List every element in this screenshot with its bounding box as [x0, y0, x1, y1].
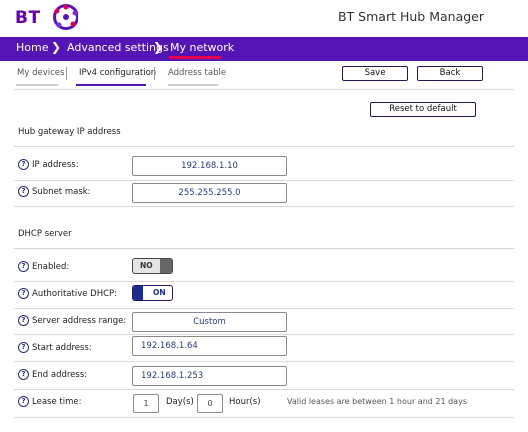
divider [14, 206, 514, 207]
back-button[interactable]: Back [417, 66, 483, 81]
help-icon[interactable]: ? [18, 315, 29, 326]
help-icon[interactable]: ? [18, 342, 29, 353]
ip-address-field[interactable]: 192.168.1.10 [132, 156, 287, 176]
tab-address-table[interactable]: Address table [168, 68, 226, 78]
nav-home[interactable]: Home [16, 41, 48, 54]
section-title-gateway: Hub gateway IP address [18, 127, 121, 137]
lease-hours-unit: Hour(s) [229, 397, 261, 407]
save-button[interactable]: Save [342, 66, 408, 81]
divider [14, 361, 514, 362]
tab-active-underline [76, 84, 146, 86]
chevron-right-icon: ❯ [153, 40, 164, 54]
help-icon[interactable]: ? [18, 159, 29, 170]
end-address-field[interactable]: 192.168.1.253 [132, 366, 287, 386]
help-icon[interactable]: ? [18, 369, 29, 380]
lease-days-field[interactable]: 1 [133, 394, 159, 413]
subnet-mask-label: Subnet mask: [32, 187, 91, 197]
lease-hours-field[interactable]: 0 [197, 394, 223, 413]
nav-active-indicator [169, 56, 221, 59]
divider [14, 334, 514, 335]
toggle-state-text: NO [140, 261, 153, 270]
breadcrumb-nav: Home ❯ Advanced settings ❯ My network [0, 37, 528, 61]
help-icon[interactable]: ? [18, 396, 29, 407]
server-address-range-label: Server address range: [32, 316, 127, 326]
help-icon[interactable]: ? [18, 186, 29, 197]
lease-days-unit: Day(s) [166, 397, 194, 407]
start-address-label: Start address: [32, 343, 92, 353]
divider [14, 308, 514, 309]
tab-ipv4-configuration[interactable]: IPv4 configuration [79, 68, 156, 78]
divider [14, 248, 514, 249]
lease-time-label: Lease time: [32, 397, 82, 407]
tab-my-devices[interactable]: My devices [17, 68, 64, 78]
divider [14, 180, 514, 181]
tab-divider [66, 67, 67, 80]
toggle-state-text: ON [153, 288, 166, 297]
authoritative-dhcp-label: Authoritative DHCP: [32, 289, 118, 299]
divider [14, 89, 514, 90]
end-address-label: End address: [32, 370, 88, 380]
nav-my-network[interactable]: My network [170, 41, 234, 54]
section-title-dhcp: DHCP server [18, 229, 72, 239]
toggle-knob [133, 286, 143, 300]
chevron-right-icon: ❯ [51, 40, 62, 54]
help-icon[interactable]: ? [18, 288, 29, 299]
tab-underline [168, 84, 218, 86]
server-address-range-select[interactable]: Custom [132, 312, 287, 332]
logo-text: BT [15, 8, 41, 28]
subnet-mask-field[interactable]: 255.255.255.0 [132, 183, 287, 203]
dhcp-enabled-toggle[interactable]: NO [132, 258, 173, 274]
start-address-field[interactable]: 192.168.1.64 [132, 336, 287, 356]
help-icon[interactable]: ? [18, 261, 29, 272]
tab-divider [154, 67, 155, 80]
divider [14, 389, 514, 390]
ip-address-label: IP address: [32, 160, 79, 170]
dhcp-enabled-label: Enabled: [32, 262, 70, 272]
tab-underline [16, 84, 58, 86]
toggle-knob [160, 259, 172, 273]
reset-to-default-button[interactable]: Reset to default [370, 102, 476, 117]
divider [14, 146, 514, 147]
divider [14, 281, 514, 282]
divider [14, 417, 514, 418]
app-title: BT Smart Hub Manager [338, 9, 484, 24]
authoritative-dhcp-toggle[interactable]: ON [132, 285, 173, 301]
lease-time-note: Valid leases are between 1 hour and 21 d… [287, 397, 467, 406]
